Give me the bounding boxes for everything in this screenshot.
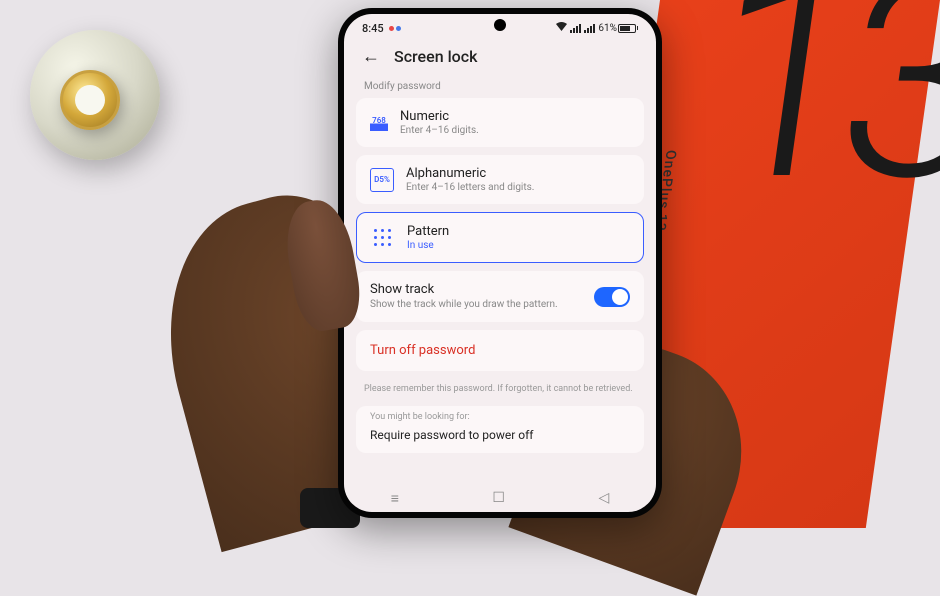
back-arrow-icon[interactable]: ← — [362, 46, 380, 67]
signal-icon-2 — [584, 24, 595, 33]
alphanumeric-icon: D5% — [370, 168, 394, 192]
battery-icon: 61% — [598, 23, 638, 34]
alphanumeric-title: Alphanumeric — [406, 166, 630, 181]
numeric-subtitle: Enter 4–16 digits. — [400, 125, 630, 136]
navigation-bar: ≡ ☐ ◁ — [344, 482, 656, 512]
section-label: Modify password — [356, 73, 644, 98]
help-text: Please remember this password. If forgot… — [356, 379, 644, 406]
status-dots — [389, 26, 401, 31]
show-track-toggle[interactable] — [594, 287, 630, 307]
battery-percent: 61% — [598, 23, 617, 34]
numeric-title: Numeric — [400, 109, 630, 124]
suggestion-label: You might be looking for: — [356, 406, 644, 424]
page-header: ← Screen lock — [344, 38, 656, 73]
alphanumeric-subtitle: Enter 4–16 letters and digits. — [406, 182, 630, 193]
nav-home-icon[interactable]: ☐ — [492, 490, 505, 506]
nav-recents-icon[interactable]: ≡ — [391, 490, 399, 507]
pattern-icon — [371, 226, 395, 250]
show-track-title: Show track — [370, 282, 580, 297]
turn-off-password[interactable]: Turn off password — [356, 330, 644, 371]
option-alphanumeric[interactable]: D5% Alphanumeric Enter 4–16 letters and … — [356, 155, 644, 204]
page-title: Screen lock — [394, 47, 477, 66]
phone-device: 8:45 — [338, 8, 662, 518]
wifi-icon — [556, 22, 567, 34]
option-pattern[interactable]: Pattern In use — [356, 212, 644, 263]
pattern-title: Pattern — [407, 224, 629, 239]
numeric-icon: 768 — [370, 115, 388, 131]
pattern-subtitle: In use — [407, 240, 629, 251]
nav-back-icon[interactable]: ◁ — [598, 490, 609, 506]
gold-clock-decor — [60, 70, 120, 130]
content-area: Modify password 768 Numeric Enter 4–16 d… — [344, 73, 656, 482]
signal-icon — [570, 24, 581, 33]
show-track-row: Show track Show the track while you draw… — [356, 271, 644, 322]
option-numeric[interactable]: 768 Numeric Enter 4–16 digits. — [356, 98, 644, 147]
camera-notch — [494, 19, 506, 31]
box-number: 13 — [688, 0, 940, 220]
phone-screen: 8:45 — [344, 14, 656, 512]
status-time: 8:45 — [362, 22, 384, 35]
suggestion-item[interactable]: Require password to power off — [356, 424, 644, 453]
show-track-desc: Show the track while you draw the patter… — [370, 298, 580, 311]
